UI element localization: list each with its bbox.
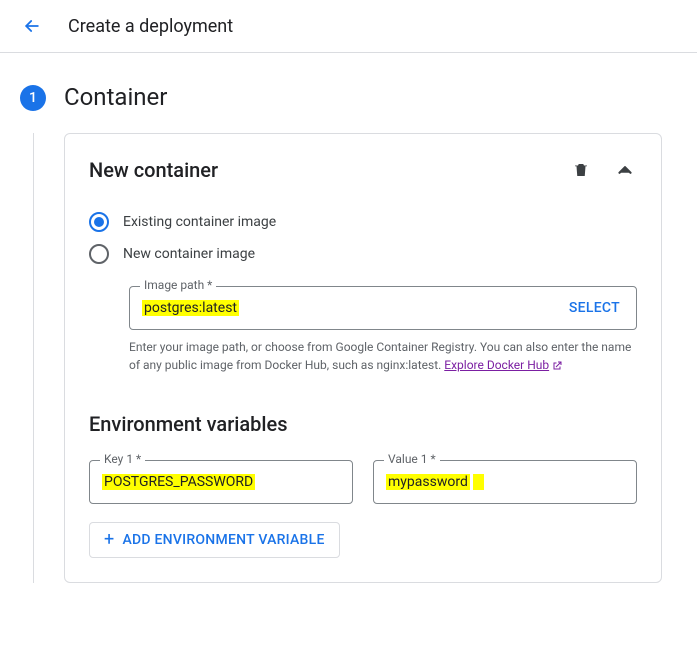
- radio-indicator: [89, 244, 109, 264]
- radio-label-new: New container image: [123, 246, 255, 262]
- image-source-radio-group: Existing container image New container i…: [89, 206, 637, 270]
- env-key-field[interactable]: Key 1 * POSTGRES_PASSWORD: [89, 460, 353, 504]
- env-row: Key 1 * POSTGRES_PASSWORD Value 1 * mypa…: [89, 460, 637, 504]
- radio-label-existing: Existing container image: [123, 214, 276, 230]
- image-path-label: Image path *: [140, 278, 216, 292]
- radio-new-image[interactable]: New container image: [89, 238, 637, 270]
- env-section-title: Environment variables: [89, 412, 637, 436]
- add-env-button[interactable]: + ADD ENVIRONMENT VARIABLE: [89, 522, 340, 558]
- external-link-icon: [551, 360, 563, 372]
- image-path-value[interactable]: postgres:latest: [142, 300, 553, 316]
- trash-icon: [572, 161, 590, 179]
- select-image-button[interactable]: SELECT: [553, 287, 636, 329]
- page-title: Create a deployment: [68, 16, 233, 37]
- env-key-value[interactable]: POSTGRES_PASSWORD: [102, 474, 340, 490]
- env-value-label: Value 1 *: [384, 452, 440, 466]
- collapse-button[interactable]: [613, 158, 637, 182]
- container-card: New container Existing container image: [64, 133, 662, 583]
- image-path-field[interactable]: Image path * postgres:latest SELECT: [129, 286, 637, 330]
- arrow-left-icon: [22, 16, 42, 36]
- explore-docker-hub-link[interactable]: Explore Docker Hub: [444, 358, 563, 372]
- plus-icon: +: [104, 531, 114, 549]
- radio-existing-image[interactable]: Existing container image: [89, 206, 637, 238]
- page-header: Create a deployment: [0, 0, 697, 53]
- step-title: Container: [64, 83, 677, 111]
- chevron-up-icon: [614, 159, 636, 181]
- env-value-value[interactable]: mypassword: [386, 474, 624, 490]
- env-value-field[interactable]: Value 1 * mypassword: [373, 460, 637, 504]
- env-key-label: Key 1 *: [100, 452, 145, 466]
- step-connector-line: [20, 133, 46, 583]
- card-title: New container: [89, 158, 218, 182]
- image-path-helper: Enter your image path, or choose from Go…: [129, 338, 637, 374]
- add-env-label: ADD ENVIRONMENT VARIABLE: [122, 532, 324, 548]
- back-button[interactable]: [20, 14, 44, 38]
- step-badge: 1: [20, 85, 46, 111]
- radio-indicator: [89, 212, 109, 232]
- delete-button[interactable]: [569, 158, 593, 182]
